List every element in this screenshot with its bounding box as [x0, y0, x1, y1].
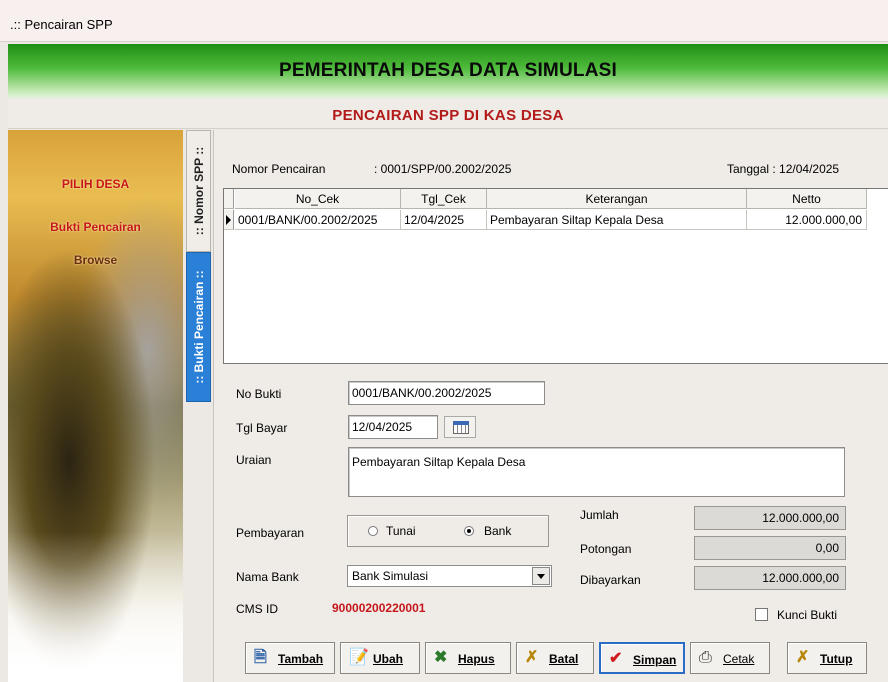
pembayaran-label: Pembayaran [236, 526, 305, 540]
banner-title: PEMERINTAH DESA DATA SIMULASI [279, 60, 617, 81]
table-row-cell-keterangan[interactable]: Pembayaran Siltap Kepala Desa [487, 210, 747, 230]
tutup-button[interactable]: ✗ Tutup [787, 642, 867, 674]
tgl-bayar-label: Tgl Bayar [236, 421, 288, 435]
row-indicator-icon [224, 210, 234, 230]
potongan-field[interactable]: 0,00 [694, 536, 846, 560]
jumlah-field[interactable]: 12.000.000,00 [694, 506, 846, 530]
ubah-button-label: Ubah [373, 652, 403, 666]
close-icon: ✗ [796, 649, 810, 666]
tab-bukti-pencairan-label: :: Bukti Pencairan :: [191, 270, 206, 384]
edit-document-icon: 📝 [349, 649, 369, 666]
batal-button[interactable]: ✗ Batal [516, 642, 594, 674]
cek-grid[interactable]: No_Cek Tgl_Cek Keterangan Netto 0001/BAN… [223, 188, 888, 364]
sidebar-fade [8, 532, 183, 682]
column-header-tgl-cek[interactable]: Tgl_Cek [401, 189, 487, 209]
subheader: PENCAIRAN SPP DI KAS DESA [8, 99, 888, 129]
nama-bank-select[interactable]: Bank Simulasi [347, 565, 552, 587]
radio-tunai[interactable] [368, 526, 378, 536]
uraian-label: Uraian [236, 453, 272, 467]
table-row-cell-tgl-cek[interactable]: 12/04/2025 [401, 210, 487, 230]
page-title: PENCAIRAN SPP DI KAS DESA [332, 107, 564, 124]
sidebar-item-browse[interactable]: Browse [8, 253, 183, 267]
sidebar-panel: PILIH DESA Bukti Pencairan Browse [8, 130, 183, 682]
window-title: .:: Pencairan SPP [10, 17, 113, 32]
sidebar-item-pilih-desa[interactable]: PILIH DESA [8, 177, 183, 191]
column-header-netto[interactable]: Netto [747, 189, 867, 209]
tab-nomor-spp-label: :: Nomor SPP :: [191, 146, 206, 236]
hapus-button-label: Hapus [458, 652, 495, 666]
pembayaran-radio-group: Tunai Bank [347, 515, 549, 547]
cms-id-label: CMS ID [236, 602, 278, 616]
ubah-button[interactable]: 📝 Ubah [340, 642, 420, 674]
kunci-bukti-label[interactable]: Kunci Bukti [777, 608, 837, 622]
nama-bank-label: Nama Bank [236, 570, 299, 584]
radio-bank-label[interactable]: Bank [484, 524, 511, 538]
radio-bank[interactable] [464, 526, 474, 536]
nomor-pencairan-label: Nomor Pencairan [232, 162, 326, 176]
cancel-icon: ✗ [525, 649, 539, 666]
tanggal-label: Tanggal : 12/04/2025 [727, 162, 840, 176]
sidebar-item-bukti-pencairan[interactable]: Bukti Pencairan [8, 220, 183, 234]
dibayarkan-label: Dibayarkan [580, 573, 641, 587]
tambah-button-label: Tambah [278, 652, 324, 666]
simpan-button[interactable]: ✔ Simpan [599, 642, 685, 674]
cms-id-value: 90000200220001 [332, 601, 426, 615]
cetak-button[interactable]: ⎙ Cetak [690, 642, 770, 674]
tab-nomor-spp[interactable]: :: Nomor SPP :: [186, 130, 211, 252]
delete-icon: ✖ [434, 649, 448, 666]
chevron-down-icon[interactable] [532, 567, 550, 585]
column-header-no-cek[interactable]: No_Cek [235, 189, 401, 209]
no-bukti-label: No Bukti [236, 387, 282, 401]
table-row-cell-no-cek[interactable]: 0001/BANK/00.2002/2025 [235, 210, 401, 230]
simpan-button-label: Simpan [633, 653, 677, 667]
no-bukti-field[interactable]: 0001/BANK/00.2002/2025 [348, 381, 545, 405]
printer-icon: ⎙ [699, 649, 712, 666]
tab-bukti-pencairan[interactable]: :: Bukti Pencairan :: [186, 252, 211, 402]
tgl-bayar-field[interactable]: 12/04/2025 [348, 415, 438, 439]
background-ghost-text [588, 0, 888, 14]
dibayarkan-field[interactable]: 12.000.000,00 [694, 566, 846, 590]
window-titlebar: .:: Pencairan SPP [0, 0, 888, 42]
table-row-cell-netto[interactable]: 12.000.000,00 [747, 210, 867, 230]
jumlah-label: Jumlah [580, 508, 619, 522]
calendar-button[interactable] [444, 416, 476, 438]
calendar-icon [453, 421, 469, 434]
column-header-keterangan[interactable]: Keterangan [487, 189, 747, 209]
banner: PEMERINTAH DESA DATA SIMULASI [8, 44, 888, 98]
radio-tunai-label[interactable]: Tunai [386, 524, 416, 538]
cetak-button-label: Cetak [723, 652, 755, 666]
grid-header-indicator [224, 189, 234, 209]
tutup-button-label: Tutup [820, 652, 853, 666]
kunci-bukti-checkbox[interactable] [755, 608, 768, 621]
add-document-icon: 🗎 [254, 649, 267, 666]
checkmark-icon: ✔ [609, 650, 623, 667]
potongan-label: Potongan [580, 542, 632, 556]
tambah-button[interactable]: 🗎 Tambah [245, 642, 335, 674]
hapus-button[interactable]: ✖ Hapus [425, 642, 511, 674]
nama-bank-value: Bank Simulasi [352, 569, 429, 583]
nomor-pencairan-value: : 0001/SPP/00.2002/2025 [374, 162, 512, 176]
batal-button-label: Batal [549, 652, 579, 666]
uraian-field[interactable]: Pembayaran Siltap Kepala Desa [348, 447, 845, 497]
